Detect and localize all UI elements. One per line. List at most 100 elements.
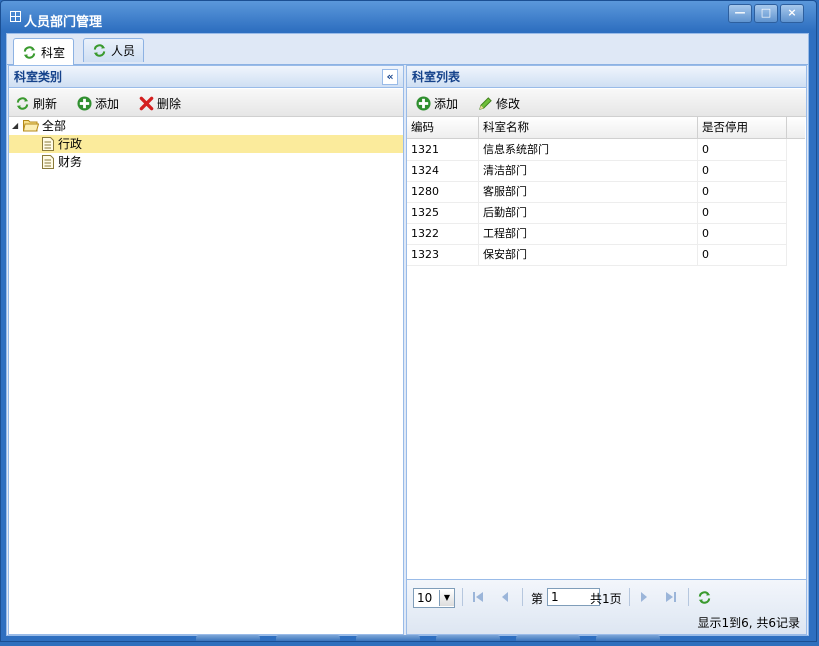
minimize-icon: — bbox=[734, 6, 746, 19]
first-page-button[interactable] bbox=[470, 588, 486, 606]
expand-arrow-icon[interactable]: ◢ bbox=[12, 117, 18, 135]
refresh-icon bbox=[93, 44, 106, 57]
pagination-summary: 显示1到6, 共6记录 bbox=[697, 616, 800, 630]
cell-disabled: 0 bbox=[698, 160, 787, 181]
cell-code: 1323 bbox=[407, 244, 479, 265]
cell-name: 后勤部门 bbox=[479, 202, 698, 223]
tab-label: 人员 bbox=[111, 44, 136, 58]
document-icon bbox=[42, 155, 54, 169]
tab-personnel[interactable]: 人员 bbox=[83, 38, 145, 62]
cell-name: 工程部门 bbox=[479, 223, 698, 244]
next-page-button[interactable] bbox=[636, 588, 652, 606]
table-row[interactable]: 1325 后勤部门 0 bbox=[407, 202, 787, 224]
taskbar-decoration bbox=[516, 635, 580, 641]
panel-header: 科室列表 bbox=[407, 66, 806, 88]
taskbar-decoration bbox=[276, 635, 340, 641]
taskbar-decoration bbox=[596, 635, 660, 641]
tree-node-all[interactable]: ◢ 全部 bbox=[9, 117, 403, 135]
cell-code: 1322 bbox=[407, 223, 479, 244]
cell-name: 保安部门 bbox=[479, 244, 698, 265]
prev-page-icon bbox=[502, 592, 508, 602]
table-row[interactable]: 1321 信息系统部门 0 bbox=[407, 139, 787, 161]
window-body: 科室 人员 科室类别 « 刷新 添加 删除 ◢ 全部 行政 财务 科室列表 添加… bbox=[6, 33, 809, 636]
folder-open-icon bbox=[23, 120, 39, 132]
prev-page-button[interactable] bbox=[497, 588, 513, 606]
page-size-select[interactable]: 10 ▼ bbox=[413, 588, 455, 608]
minimize-button[interactable]: — bbox=[728, 4, 752, 23]
delete-icon bbox=[139, 96, 154, 110]
panel-title: 科室类别 bbox=[14, 70, 63, 84]
tab-label: 科室 bbox=[41, 45, 66, 60]
window-title: 人员部门管理 bbox=[24, 15, 103, 30]
close-button[interactable]: × bbox=[780, 4, 804, 23]
department-list-panel: 科室列表 添加 修改 编码 科室名称 是否停用 1321 信息系统部门 0 13… bbox=[406, 65, 807, 635]
tree-node-label: 行政 bbox=[58, 137, 83, 151]
panel-header: 科室类别 « bbox=[9, 66, 403, 88]
tree-node-label: 全部 bbox=[42, 119, 67, 133]
add-label: 添加 bbox=[95, 96, 120, 111]
refresh-icon bbox=[23, 45, 36, 59]
tree-node-finance[interactable]: 财务 bbox=[9, 153, 403, 171]
main-window: 人员部门管理 — □ × 科室 人员 科室类别 « 刷新 添加 删除 ◢ 全部 … bbox=[0, 0, 817, 642]
chevron-down-icon: ▼ bbox=[439, 590, 454, 606]
add-icon bbox=[416, 95, 431, 111]
edit-label: 修改 bbox=[496, 96, 521, 111]
first-page-icon bbox=[473, 592, 483, 602]
taskbar-decoration bbox=[196, 635, 260, 641]
panel-title: 科室列表 bbox=[412, 70, 461, 84]
right-toolbar: 添加 修改 bbox=[407, 89, 806, 117]
refresh-icon bbox=[16, 96, 29, 110]
delete-category-button[interactable]: 删除 bbox=[139, 94, 181, 112]
grid-header: 编码 科室名称 是否停用 bbox=[407, 117, 805, 139]
cell-disabled: 0 bbox=[698, 223, 787, 244]
taskbar-decoration bbox=[356, 635, 420, 641]
column-header-disabled[interactable]: 是否停用 bbox=[698, 117, 787, 138]
taskbar-decoration bbox=[436, 635, 500, 641]
separator bbox=[462, 588, 463, 606]
close-icon: × bbox=[787, 6, 797, 19]
pagination-bar: 10 ▼ 第 1 共1页 显示1到6, 共6记录 bbox=[407, 579, 806, 634]
add-icon bbox=[77, 95, 92, 111]
collapse-icon[interactable]: « bbox=[382, 69, 398, 85]
department-category-panel: 科室类别 « 刷新 添加 删除 ◢ 全部 行政 财务 bbox=[8, 65, 404, 635]
column-header-code[interactable]: 编码 bbox=[407, 117, 479, 138]
maximize-button[interactable]: □ bbox=[754, 4, 778, 23]
add-category-button[interactable]: 添加 bbox=[77, 94, 119, 112]
add-label: 添加 bbox=[434, 96, 459, 111]
table-row[interactable]: 1324 清洁部门 0 bbox=[407, 160, 787, 182]
last-page-button[interactable] bbox=[663, 588, 679, 606]
table-row[interactable]: 1322 工程部门 0 bbox=[407, 223, 787, 245]
cell-name: 客服部门 bbox=[479, 181, 698, 202]
delete-label: 删除 bbox=[157, 96, 182, 111]
window-app-icon bbox=[10, 11, 21, 22]
cell-code: 1280 bbox=[407, 181, 479, 202]
maximize-icon: □ bbox=[760, 6, 772, 19]
title-bar[interactable]: 人员部门管理 — □ × bbox=[1, 1, 816, 33]
cell-disabled: 0 bbox=[698, 139, 787, 160]
last-page-icon bbox=[666, 592, 676, 602]
add-department-button[interactable]: 添加 bbox=[416, 94, 458, 112]
table-row[interactable]: 1280 客服部门 0 bbox=[407, 181, 787, 203]
cell-code: 1324 bbox=[407, 160, 479, 181]
separator bbox=[688, 588, 689, 606]
table-row[interactable]: 1323 保安部门 0 bbox=[407, 244, 787, 266]
tab-strip: 科室 人员 bbox=[7, 34, 808, 65]
left-toolbar: 刷新 添加 删除 bbox=[9, 89, 403, 117]
cell-disabled: 0 bbox=[698, 244, 787, 265]
tree-node-label: 财务 bbox=[58, 155, 83, 169]
refresh-icon bbox=[698, 590, 710, 604]
cell-disabled: 0 bbox=[698, 181, 787, 202]
document-icon bbox=[42, 137, 54, 151]
cell-name: 清洁部门 bbox=[479, 160, 698, 181]
tree-node-admin[interactable]: 行政 bbox=[9, 135, 403, 153]
edit-department-button[interactable]: 修改 bbox=[478, 94, 520, 112]
separator bbox=[629, 588, 630, 606]
tab-department[interactable]: 科室 bbox=[13, 38, 75, 65]
cell-code: 1321 bbox=[407, 139, 479, 160]
separator bbox=[522, 588, 523, 606]
column-header-name[interactable]: 科室名称 bbox=[479, 117, 698, 138]
cell-name: 信息系统部门 bbox=[479, 139, 698, 160]
refresh-button[interactable]: 刷新 bbox=[15, 94, 57, 112]
reload-button[interactable] bbox=[696, 588, 712, 606]
page-total: 共1页 bbox=[590, 592, 622, 606]
